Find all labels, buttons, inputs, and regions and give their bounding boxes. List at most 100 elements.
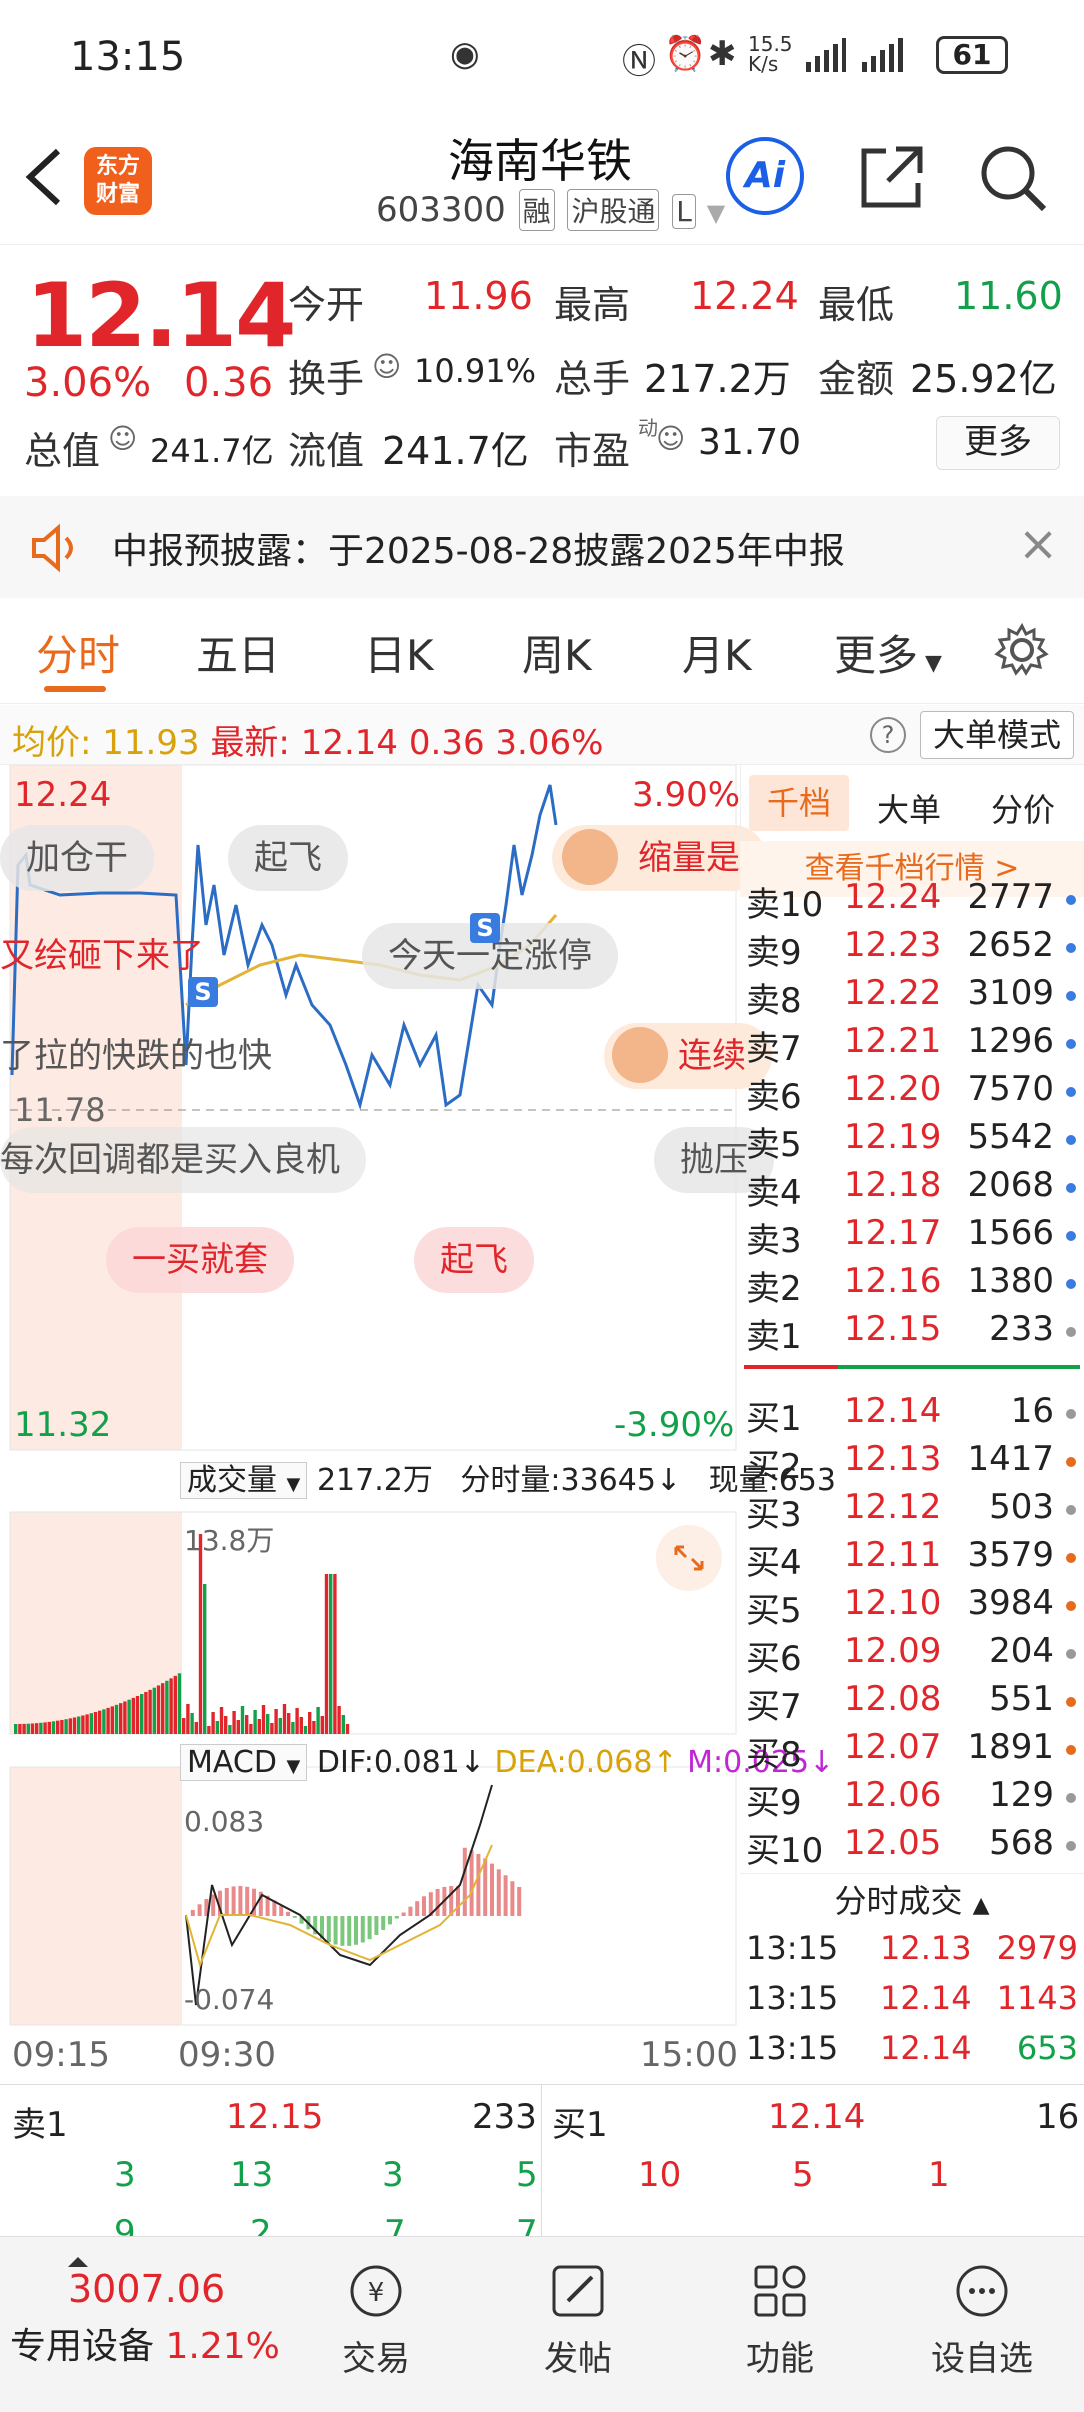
tab-weekly-k[interactable]: 周K [522,622,592,683]
macd-bar [286,1911,290,1916]
comment-chip[interactable]: 起飞 [414,1227,534,1293]
order-price: 12.05 [844,1823,942,1863]
order-volume: 568 [989,1823,1054,1863]
intraday-chart-area[interactable]: 12.24 3.90% 11.32 -3.90% 11.78 加仓干 起飞 缩量… [0,765,836,2083]
tab-more[interactable]: 更多 ▼ [834,622,942,683]
nav-trade[interactable]: ¥ 交易 [296,2253,456,2380]
comment-chip[interactable]: 一买就套 [106,1227,294,1293]
comment-chip[interactable]: 起飞 [228,825,348,891]
expand-icon[interactable] [656,1525,722,1591]
buy-row[interactable]: 买9 12.06 129 [740,1775,1084,1823]
queue-item: 3 [382,2155,404,2195]
trades-label: 分时成交 [834,1882,963,1920]
order-volume: 129 [989,1775,1054,1815]
sell-row[interactable]: 卖3 12.17 1566 [740,1213,1084,1261]
sell-marker[interactable]: S [470,913,500,943]
close-icon[interactable]: × [1018,516,1058,572]
sell-row[interactable]: 卖6 12.20 7570 [740,1069,1084,1117]
trade-row: 13:15 12.14 1143 [740,1979,1084,2029]
back-button[interactable] [22,145,66,220]
notice-bar[interactable]: 中报预披露：于2025-08-28披露2025年中报 × [0,496,1084,598]
float-label: 流值 [288,429,365,473]
sell-row[interactable]: 卖4 12.18 2068 [740,1165,1084,1213]
macd-bar [374,1916,379,1935]
trades-header[interactable]: 分时成交 ▲ [740,1873,1084,1927]
tab-big-order[interactable]: 大单 [877,785,941,831]
macd-top-value: 0.083 [184,1805,265,1838]
tab-price-dist[interactable]: 分价 [991,785,1055,831]
macd-bar [367,1916,372,1940]
buy-row[interactable]: 买3 12.12 503 [740,1487,1084,1535]
macd-bar [354,1916,358,1945]
order-dot [1066,1409,1076,1419]
order-price: 12.14 [844,1391,942,1431]
volume-bar [77,1716,81,1734]
level1-strip: 卖1 12.15 233 3 13 3 5 9 2 7 7 买1 12.14 1… [0,2084,1084,2253]
sell-row[interactable]: 卖2 12.16 1380 [740,1261,1084,1309]
nav-post[interactable]: 发帖 [498,2253,658,2380]
volume-bar [56,1720,60,1734]
index-ticker[interactable]: 3007.06 专用设备 1.21% [10,2257,310,2369]
info-icon: ☺ [372,350,402,383]
volume-bar [60,1719,64,1734]
tab-five-day[interactable]: 五日 [196,622,280,683]
nav-functions[interactable]: 功能 [700,2253,860,2380]
buy-row[interactable]: 买10 12.05 568 [740,1823,1084,1871]
avg-value: 11.93 [102,723,200,763]
buy-row[interactable]: 买4 12.11 3579 [740,1535,1084,1583]
mktcap-info-icon: ☺ [108,422,138,455]
order-price: 12.11 [844,1535,942,1575]
big-order-mode-button[interactable]: 大单模式 [920,711,1074,759]
tag-margin: 融 [518,189,555,231]
more-button[interactable]: 更多 [936,416,1060,470]
help-icon[interactable]: ? [870,717,906,753]
tag-l: L [672,194,696,229]
volume-total: 217.2万 [316,1463,433,1498]
sell-row[interactable]: 卖5 12.19 5542 [740,1117,1084,1165]
sell-row[interactable]: 卖10 12.24 2777 [740,877,1084,925]
buy-row[interactable]: 买1 12.14 16 [740,1391,1084,1439]
tab-daily-k[interactable]: 日K [364,622,434,683]
comment-chip[interactable]: 每次回调都是买入良机 [0,1127,366,1193]
sell-row[interactable]: 卖8 12.22 3109 [740,973,1084,1021]
tick-volume: 分时量:33645↓ [460,1463,682,1498]
buy-row[interactable]: 买2 12.13 1417 [740,1439,1084,1487]
more-dots-icon [952,2261,1012,2321]
volume-bar [26,1723,30,1734]
sell-marker[interactable]: S [188,977,218,1007]
search-icon[interactable] [978,143,1048,213]
macd-indicator-select[interactable]: MACD ▼ [180,1744,308,1781]
order-dot [1066,1039,1076,1049]
turnover-label: 换手 [288,357,365,401]
order-level-label: 买2 [746,1447,802,1487]
tab-monthly-k[interactable]: 月K [682,622,752,683]
volume-bar [102,1709,106,1734]
buy-row[interactable]: 买7 12.08 551 [740,1679,1084,1727]
tab-depth[interactable]: 千档 [749,775,849,831]
order-level-label: 买8 [746,1735,802,1775]
comment-chip[interactable]: 加仓干 [0,825,154,891]
buy-row[interactable]: 买8 12.07 1891 [740,1727,1084,1775]
volume-value: 217.2万 [644,357,791,401]
latest-value: 12.14 [300,723,399,763]
ai-button[interactable]: Ai [726,137,804,215]
tab-intraday[interactable]: 分时 [36,622,120,683]
volume-indicator-select[interactable]: 成交量 ▼ [180,1462,308,1499]
sell-row[interactable]: 卖9 12.23 2652 [740,925,1084,973]
order-price: 12.21 [844,1021,942,1061]
strip-buy-label: 买1 [552,2105,608,2145]
share-icon[interactable] [856,143,926,213]
comment-chip[interactable]: 又绘砸下来了 [0,923,204,989]
comment-chip[interactable]: 了拉的快跌的也快 [0,1023,272,1089]
stock-code-row[interactable]: 603300 融 沪股通 L ▼ [376,189,725,231]
trade-volume: 1143 [996,1979,1078,2017]
sell-row[interactable]: 卖7 12.21 1296 [740,1021,1084,1069]
buy-row[interactable]: 买6 12.09 204 [740,1631,1084,1679]
settings-icon[interactable] [994,622,1050,678]
volume-bar [89,1713,93,1734]
volume-bar [320,1716,324,1734]
nav-add-watchlist[interactable]: 设自选 [902,2253,1062,2380]
buy-row[interactable]: 买5 12.10 3984 [740,1583,1084,1631]
volume-bar [47,1721,51,1734]
sell-row[interactable]: 卖1 12.15 233 [740,1309,1084,1357]
